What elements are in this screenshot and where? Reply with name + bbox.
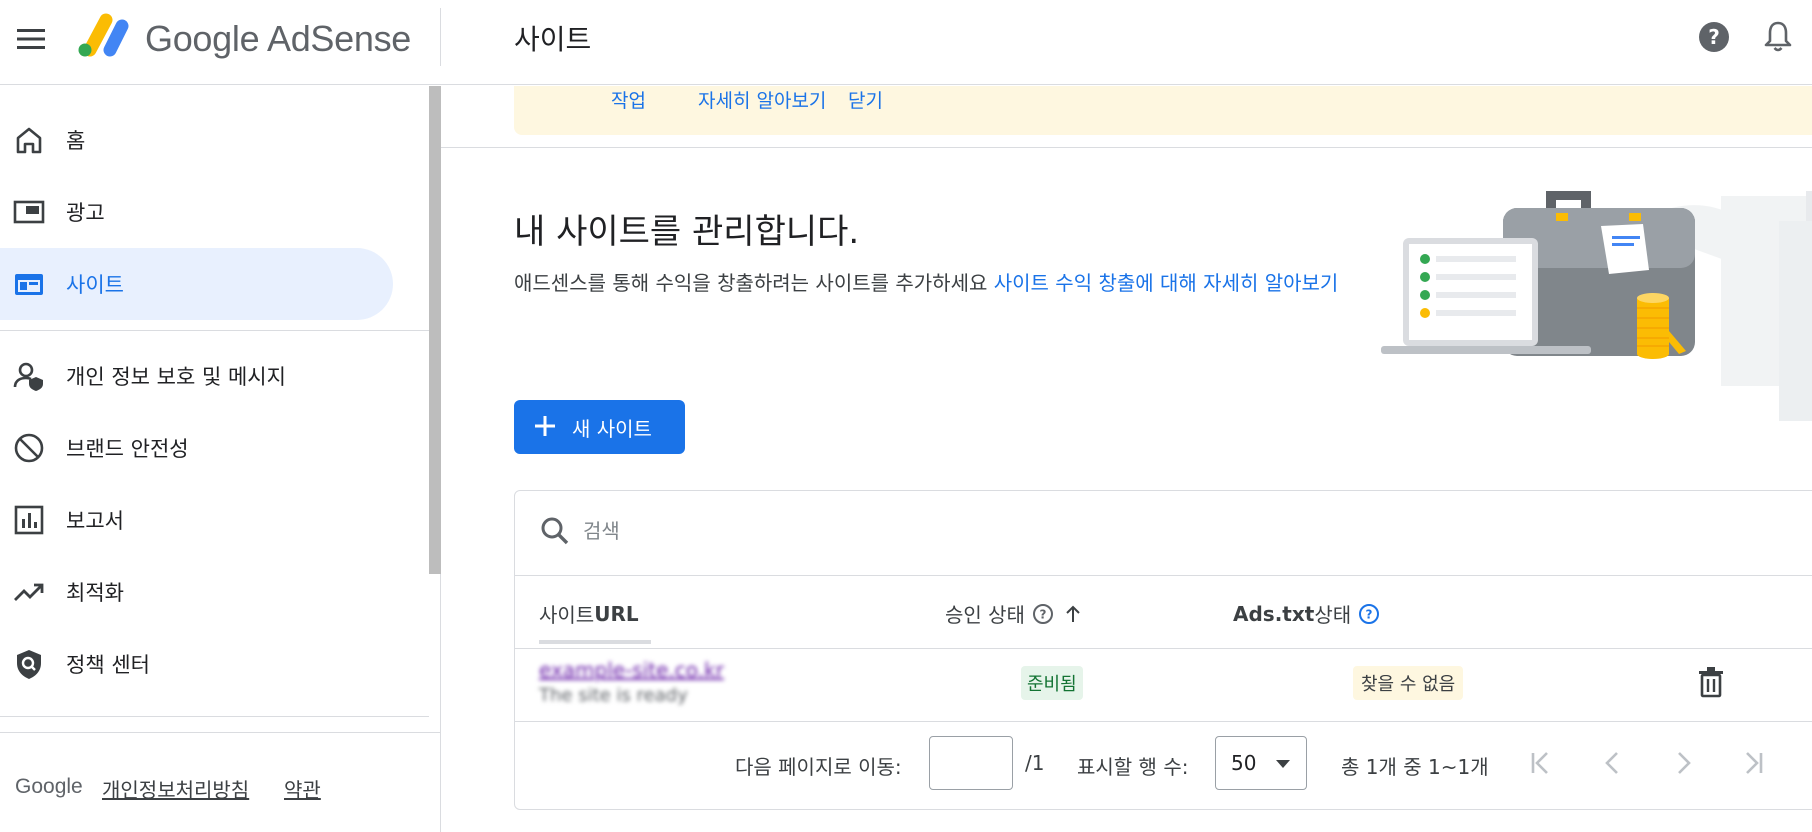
sidebar-item-label: 보고서 bbox=[66, 509, 124, 533]
monetization-learn-more-link[interactable]: 사이트 수익 창출에 대해 자세히 알아보기 bbox=[994, 271, 1339, 295]
sidebar-item-optimization[interactable]: 최적화 bbox=[0, 556, 393, 628]
search-input[interactable] bbox=[583, 509, 1183, 553]
sidebar-item-label: 광고 bbox=[66, 201, 105, 225]
svg-text:?: ? bbox=[1366, 607, 1373, 621]
sidebar-item-privacy[interactable]: 개인 정보 보호 및 메시지 bbox=[0, 340, 393, 412]
sidebar-item-label: 최적화 bbox=[66, 581, 124, 605]
sidebar-item-home[interactable]: 홈 bbox=[0, 104, 393, 176]
trending-up-icon bbox=[14, 583, 44, 601]
sidebar-item-sites[interactable]: 사이트 bbox=[0, 248, 393, 320]
column-header-label-bold: Ads.txt bbox=[1233, 601, 1315, 626]
sidebar-item-label: 정책 센터 bbox=[66, 653, 150, 677]
sidebar-item-reports[interactable]: 보고서 bbox=[0, 484, 393, 556]
column-header-approval-status[interactable]: 승인 상태 ? bbox=[945, 599, 1085, 628]
sidebar-item-brand-safety[interactable]: 브랜드 안전성 bbox=[0, 412, 393, 484]
policy-icon bbox=[17, 650, 41, 679]
goto-page-label: 다음 페이지로 이동: bbox=[735, 755, 902, 779]
last-page-icon[interactable] bbox=[1737, 747, 1769, 779]
privacy-policy-link[interactable]: 개인정보처리방침 bbox=[102, 774, 249, 803]
site-url-link[interactable]: example-site.co.kr bbox=[539, 658, 724, 682]
sidebar-item-label: 사이트 bbox=[66, 273, 124, 297]
footer-google-logo: Google bbox=[15, 775, 83, 798]
range-label: 총 1개 중 1~1개 bbox=[1341, 755, 1489, 779]
ads-icon bbox=[13, 200, 45, 224]
dropdown-arrow-icon bbox=[1276, 760, 1290, 768]
column-header-site-url[interactable]: 사이트 URL bbox=[539, 599, 639, 628]
sidebar-footer: Google 개인정보처리방침 약관 bbox=[0, 732, 440, 832]
sidebar-item-ads[interactable]: 광고 bbox=[0, 176, 393, 248]
svg-text:?: ? bbox=[1708, 25, 1720, 49]
next-page-icon[interactable] bbox=[1667, 747, 1699, 779]
plus-icon bbox=[535, 416, 555, 436]
description-text: 애드센스를 통해 수익을 창출하려는 사이트를 추가하세요 bbox=[514, 271, 994, 295]
banner-action-link[interactable]: 작업 bbox=[611, 86, 646, 113]
column-header-label-bold: URL bbox=[594, 601, 639, 626]
sidebar: 홈 광고 사이트 개인 정보 보호 및 메시지 브랜드 안전성 보고서 최적화 … bbox=[0, 86, 441, 832]
table-pagination: 다음 페이지로 이동: /1 표시할 행 수: 50 총 1개 중 1~1개 bbox=[515, 723, 1812, 809]
sort-ascending-icon[interactable] bbox=[1061, 602, 1085, 626]
privacy-icon bbox=[13, 362, 43, 391]
main-content: 작업 자세히 알아보기 닫기 내 사이트를 관리합니다. 애드센스를 통해 수익… bbox=[441, 86, 1812, 832]
column-header-label: 사이트 bbox=[539, 603, 595, 627]
row-divider bbox=[515, 721, 1812, 722]
top-app-bar: Google AdSense 사이트 ? bbox=[0, 0, 1812, 85]
svg-text:?: ? bbox=[1039, 607, 1046, 621]
site-status-subtext: The site is ready bbox=[539, 685, 688, 706]
column-header-ads-txt-status[interactable]: Ads.txt 상태 ? bbox=[1233, 599, 1381, 628]
first-page-icon[interactable] bbox=[1525, 747, 1557, 779]
sites-table-card: 사이트 URL 승인 상태 ? Ads.txt 상태 ? example-sit… bbox=[514, 490, 1812, 810]
sites-illustration bbox=[1381, 191, 1812, 421]
approval-status-badge: 준비됨 bbox=[1021, 666, 1083, 700]
app-logo-text[interactable]: Google AdSense bbox=[145, 18, 411, 60]
page-heading: 내 사이트를 관리합니다. bbox=[514, 212, 860, 252]
page-description: 애드센스를 통해 수익을 창출하려는 사이트를 추가하세요 사이트 수익 창출에… bbox=[514, 268, 1384, 298]
reports-icon bbox=[14, 505, 44, 535]
sidebar-divider bbox=[0, 330, 429, 331]
rows-per-page-select[interactable]: 50 bbox=[1215, 736, 1307, 790]
sites-icon bbox=[15, 274, 43, 295]
sidebar-scrollbar[interactable] bbox=[429, 86, 441, 574]
sidebar-item-label: 브랜드 안전성 bbox=[66, 437, 189, 461]
bell-icon[interactable] bbox=[1762, 20, 1794, 54]
rows-per-page-label: 표시할 행 수: bbox=[1077, 755, 1189, 779]
search-divider bbox=[515, 575, 1812, 576]
new-site-button[interactable]: 새 사이트 bbox=[514, 400, 685, 454]
banner-close-link[interactable]: 닫기 bbox=[848, 86, 883, 113]
help-outline-icon[interactable]: ? bbox=[1357, 602, 1381, 626]
block-icon bbox=[14, 433, 44, 463]
menu-icon[interactable] bbox=[14, 24, 48, 54]
delete-icon[interactable] bbox=[1695, 665, 1727, 699]
home-icon bbox=[16, 127, 42, 154]
ads-txt-status-badge: 찾을 수 없음 bbox=[1353, 666, 1464, 700]
help-outline-icon[interactable]: ? bbox=[1031, 602, 1055, 626]
column-header-label: 승인 상태 bbox=[945, 603, 1025, 627]
previous-page-icon[interactable] bbox=[1597, 747, 1629, 779]
adsense-logo-icon bbox=[78, 13, 129, 57]
sidebar-divider bbox=[0, 716, 429, 717]
help-icon[interactable]: ? bbox=[1697, 20, 1731, 54]
sidebar-item-policy-center[interactable]: 정책 센터 bbox=[0, 628, 393, 700]
page-number-input[interactable] bbox=[929, 736, 1013, 790]
banner-divider bbox=[441, 147, 1812, 148]
sidebar-item-label: 개인 정보 보호 및 메시지 bbox=[66, 365, 286, 389]
page-total-label: /1 bbox=[1025, 751, 1045, 775]
column-header-label: 상태 bbox=[1314, 603, 1352, 627]
sidebar-item-label: 홈 bbox=[66, 129, 86, 153]
topbar-divider bbox=[440, 8, 441, 66]
page-title: 사이트 bbox=[514, 23, 592, 56]
new-site-button-label: 새 사이트 bbox=[572, 417, 652, 441]
banner-learn-more-link[interactable]: 자세히 알아보기 bbox=[698, 86, 826, 113]
column-sort-indicator bbox=[539, 640, 651, 644]
rows-per-page-value: 50 bbox=[1231, 751, 1257, 775]
terms-link[interactable]: 약관 bbox=[284, 774, 321, 803]
table-row: example-site.co.kr The site is ready 준비됨… bbox=[515, 649, 1812, 711]
search-icon bbox=[541, 517, 569, 545]
